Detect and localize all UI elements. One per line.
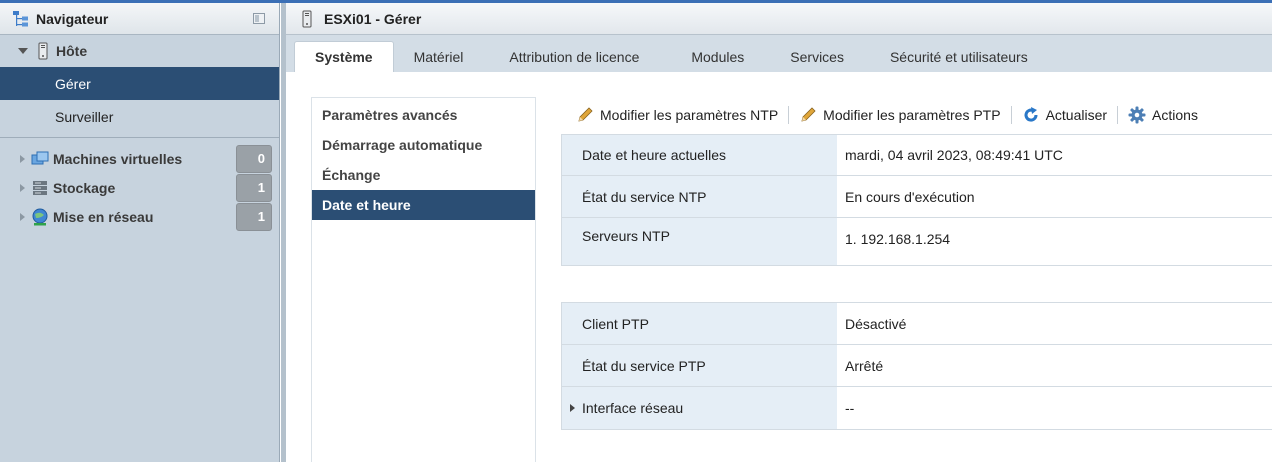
- chevron-down-icon[interactable]: [18, 48, 28, 54]
- tab-modules[interactable]: Modules: [665, 41, 770, 72]
- tab-materiel[interactable]: Matériel: [394, 41, 484, 72]
- edit-ntp-button[interactable]: Modifier les paramètres NTP: [566, 106, 788, 124]
- main-panel: ESXi01 - Gérer Système Matériel Attribut…: [286, 3, 1272, 462]
- edit-ptp-label: Modifier les paramètres PTP: [823, 107, 1001, 123]
- count-badge: 0: [236, 145, 272, 173]
- actions-button[interactable]: Actions: [1118, 106, 1208, 124]
- pencil-icon: [576, 106, 594, 124]
- tab-systeme[interactable]: Système: [294, 41, 394, 72]
- subnav-item-advanced[interactable]: Paramètres avancés: [312, 100, 535, 130]
- nav-item-gerer[interactable]: Gérer: [0, 67, 279, 100]
- table-row: Client PTP Désactivé: [562, 303, 1272, 345]
- nav-group-networking[interactable]: Mise en réseau 1: [0, 202, 279, 231]
- table-key: Serveurs NTP: [562, 218, 837, 265]
- tab-label: Modules: [691, 48, 745, 65]
- edit-ntp-label: Modifier les paramètres NTP: [600, 107, 779, 123]
- table-value: En cours d'exécution: [845, 188, 975, 205]
- navigator-tree-icon: [12, 10, 30, 28]
- table-value: 1. 192.168.1.254: [845, 231, 951, 247]
- virtual-machines-icon: [31, 150, 49, 168]
- count-badge: 1: [236, 203, 272, 231]
- table-key: Date et heure actuelles: [562, 135, 837, 175]
- tab-label: Attribution de licence: [509, 48, 640, 65]
- subnav-label: Démarrage automatique: [322, 137, 483, 153]
- navigator-panel: Navigateur Hôte Gérer Surveiller Machine…: [0, 3, 280, 462]
- nav-item-surveiller[interactable]: Surveiller: [0, 100, 279, 133]
- chevron-right-icon[interactable]: [20, 183, 25, 192]
- tab-services[interactable]: Services: [770, 41, 864, 72]
- host-server-icon: [34, 42, 52, 60]
- subnav-item-swap[interactable]: Échange: [312, 160, 535, 190]
- content-area: Paramètres avancés Démarrage automatique…: [286, 72, 1272, 462]
- ntp-table: Date et heure actuelles mardi, 04 avril …: [561, 134, 1272, 266]
- count-badge: 1: [236, 174, 272, 202]
- table-key-expandable[interactable]: Interface réseau: [562, 387, 837, 429]
- nav-group-label: Machines virtuelles: [53, 150, 183, 167]
- gear-icon: [1128, 106, 1146, 124]
- table-key: État du service PTP: [562, 345, 837, 386]
- table-value: Arrêté: [845, 357, 884, 374]
- subnav-label: Échange: [322, 167, 381, 183]
- toolbar: Modifier les paramètres NTP Modifier les…: [566, 104, 1208, 126]
- table-value: --: [845, 400, 855, 416]
- expand-arrow-icon[interactable]: [570, 404, 575, 412]
- table-row-expandable[interactable]: Interface réseau --: [562, 387, 1272, 429]
- table-key: État du service NTP: [562, 176, 837, 217]
- actions-label: Actions: [1152, 107, 1198, 123]
- nav-divider: [0, 137, 279, 138]
- nav-group-virtual-machines[interactable]: Machines virtuelles 0: [0, 144, 279, 173]
- tab-label: Sécurité et utilisateurs: [889, 48, 1028, 65]
- collapse-navigator-icon[interactable]: [253, 13, 265, 24]
- pencil-icon: [799, 106, 817, 124]
- tab-licence[interactable]: Attribution de licence: [483, 41, 665, 72]
- subnav-label: Paramètres avancés: [322, 107, 458, 123]
- storage-icon: [31, 179, 49, 197]
- subnav-item-autostart[interactable]: Démarrage automatique: [312, 130, 535, 160]
- network-globe-icon: [31, 208, 49, 226]
- navigator-title: Navigateur: [36, 10, 109, 27]
- tab-label: Système: [315, 49, 373, 65]
- tab-label: Services: [790, 48, 844, 65]
- nav-host-label: Hôte: [56, 43, 88, 59]
- table-row: État du service NTP En cours d'exécution: [562, 176, 1272, 218]
- refresh-label: Actualiser: [1045, 107, 1108, 123]
- chevron-right-icon[interactable]: [20, 154, 25, 163]
- nav-item-label: Gérer: [55, 75, 91, 92]
- table-value: Désactivé: [845, 315, 907, 332]
- table-row: Serveurs NTP 1. 192.168.1.254: [562, 218, 1272, 265]
- table-key-label: Interface réseau: [582, 400, 684, 416]
- ptp-table: Client PTP Désactivé État du service PTP…: [561, 302, 1272, 430]
- system-subnav: Paramètres avancés Démarrage automatique…: [311, 97, 536, 462]
- table-key: Client PTP: [562, 303, 837, 344]
- subnav-item-datetime[interactable]: Date et heure: [312, 190, 535, 220]
- nav-group-storage[interactable]: Stockage 1: [0, 173, 279, 202]
- navigator-header: Navigateur: [0, 3, 279, 35]
- tab-label: Matériel: [413, 48, 464, 65]
- tab-bar: Système Matériel Attribution de licence …: [286, 35, 1272, 72]
- nav-group-label: Stockage: [53, 179, 116, 196]
- nav-group-label: Mise en réseau: [53, 208, 154, 225]
- tab-securite[interactable]: Sécurité et utilisateurs: [864, 41, 1054, 72]
- nav-host[interactable]: Hôte: [0, 35, 279, 67]
- page-title: ESXi01 - Gérer: [324, 10, 422, 27]
- host-server-icon: [298, 10, 316, 28]
- chevron-right-icon[interactable]: [20, 212, 25, 221]
- refresh-icon: [1022, 106, 1040, 124]
- table-value: mardi, 04 avril 2023, 08:49:41 UTC: [845, 147, 1063, 163]
- edit-ptp-button[interactable]: Modifier les paramètres PTP: [789, 106, 1010, 124]
- table-row: Date et heure actuelles mardi, 04 avril …: [562, 135, 1272, 176]
- table-row: État du service PTP Arrêté: [562, 345, 1272, 387]
- refresh-button[interactable]: Actualiser: [1012, 106, 1117, 124]
- nav-item-label: Surveiller: [55, 108, 114, 125]
- main-header: ESXi01 - Gérer: [286, 3, 1272, 35]
- subnav-label: Date et heure: [322, 197, 411, 213]
